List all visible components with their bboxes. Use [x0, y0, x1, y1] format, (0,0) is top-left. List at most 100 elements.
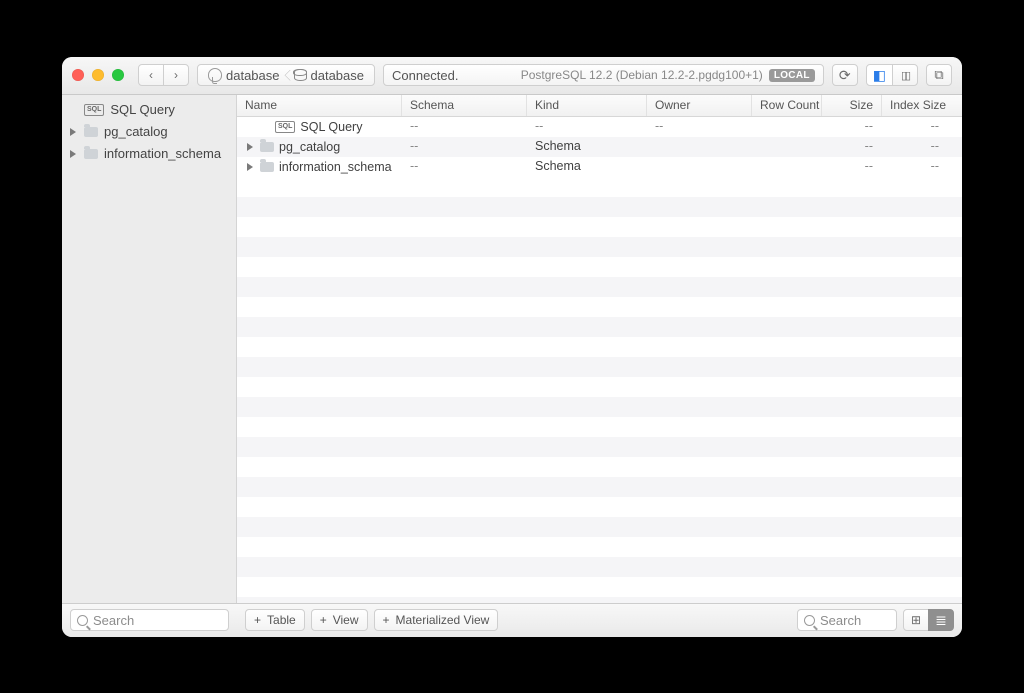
- sidebar-icon: [873, 67, 886, 84]
- footer: Search Table View Materialized View Sear…: [62, 603, 962, 637]
- grid-view-button[interactable]: [903, 609, 929, 631]
- chevron-left-icon: ‹: [149, 69, 153, 81]
- table-header: Name Schema Kind Owner Row Count Size In…: [237, 95, 962, 117]
- body: SQL SQL Query pg_catalog information_sch…: [62, 95, 962, 603]
- view-mode-toggle: [903, 609, 954, 631]
- sql-icon: SQL: [84, 104, 104, 116]
- connection-status: Connected.: [392, 68, 459, 83]
- list-icon: [935, 612, 947, 629]
- row-schema: --: [402, 157, 527, 177]
- column-header-kind[interactable]: Kind: [527, 95, 647, 116]
- empty-rows-filler: [237, 177, 962, 603]
- column-header-owner[interactable]: Owner: [647, 95, 752, 116]
- minimize-window-button[interactable]: [92, 69, 104, 81]
- plus-icon: [254, 613, 263, 627]
- nav-buttons: ‹ ›: [138, 64, 189, 86]
- toggle-sidebar-button[interactable]: [866, 64, 893, 86]
- content-search-input[interactable]: Search: [797, 609, 897, 631]
- folder-icon: [260, 162, 274, 172]
- row-schema: --: [402, 137, 527, 157]
- folder-icon: [260, 142, 274, 152]
- folder-icon: [84, 127, 98, 137]
- disclosure-triangle-icon[interactable]: [247, 163, 253, 171]
- row-name: SQL Query: [300, 120, 362, 134]
- table-row[interactable]: pg_catalog -- Schema -- --: [237, 137, 962, 157]
- search-icon: [804, 615, 815, 626]
- grid-icon: [911, 613, 921, 627]
- breadcrumb-segment-server[interactable]: database: [202, 68, 286, 83]
- sql-icon: SQL: [275, 121, 295, 133]
- row-owner: --: [647, 117, 752, 137]
- back-button[interactable]: ‹: [138, 64, 164, 86]
- breadcrumb-segment-database[interactable]: database: [288, 68, 371, 83]
- row-schema: --: [402, 117, 527, 137]
- new-window-button[interactable]: [926, 64, 952, 86]
- sidebar-item-label: information_schema: [104, 146, 221, 161]
- column-header-row-count[interactable]: Row Count: [752, 95, 822, 116]
- row-name: pg_catalog: [279, 140, 340, 154]
- row-name: information_schema: [279, 160, 392, 174]
- refresh-button[interactable]: [832, 64, 858, 86]
- main-content: Name Schema Kind Owner Row Count Size In…: [237, 95, 962, 603]
- row-kind: Schema: [527, 157, 647, 177]
- elephant-icon: [208, 68, 222, 82]
- refresh-icon: [839, 67, 851, 84]
- window-controls: [72, 69, 124, 81]
- row-kind: Schema: [527, 137, 647, 157]
- sidebar-item-sql-query[interactable]: SQL SQL Query: [62, 99, 236, 121]
- add-view-button[interactable]: View: [311, 609, 368, 631]
- panels-icon: [901, 68, 909, 82]
- sidebar-item-label: SQL Query: [110, 102, 175, 117]
- row-index-size: --: [882, 137, 947, 157]
- chevron-right-icon: ›: [174, 69, 178, 81]
- breadcrumb-label: database: [226, 68, 280, 83]
- sidebar-item-information-schema[interactable]: information_schema: [62, 143, 236, 165]
- forward-button[interactable]: ›: [163, 64, 189, 86]
- table-row[interactable]: SQL SQL Query -- -- -- -- --: [237, 117, 962, 137]
- toggle-panels-button[interactable]: [892, 64, 918, 86]
- table-row[interactable]: information_schema -- Schema -- --: [237, 157, 962, 177]
- server-version: PostgreSQL 12.2 (Debian 12.2-2.pgdg100+1…: [521, 68, 763, 82]
- search-icon: [77, 615, 88, 626]
- row-index-size: --: [882, 117, 947, 137]
- sidebar-search-input[interactable]: Search: [70, 609, 229, 631]
- plus-icon: [320, 613, 329, 627]
- row-row-count: [752, 157, 822, 177]
- new-window-icon: [934, 67, 943, 83]
- database-icon: [294, 69, 307, 81]
- row-row-count: [752, 117, 822, 137]
- add-materialized-view-button[interactable]: Materialized View: [374, 609, 499, 631]
- row-size: --: [822, 157, 882, 177]
- search-placeholder: Search: [820, 613, 861, 628]
- column-header-schema[interactable]: Schema: [402, 95, 527, 116]
- row-index-size: --: [882, 157, 947, 177]
- zoom-window-button[interactable]: [112, 69, 124, 81]
- folder-icon: [84, 149, 98, 159]
- sidebar-item-pg-catalog[interactable]: pg_catalog: [62, 121, 236, 143]
- connection-status-bar: Connected. PostgreSQL 12.2 (Debian 12.2-…: [383, 64, 824, 86]
- sidebar: SQL SQL Query pg_catalog information_sch…: [62, 95, 237, 603]
- breadcrumb[interactable]: database database: [197, 64, 375, 86]
- breadcrumb-label: database: [311, 68, 365, 83]
- search-placeholder: Search: [93, 613, 134, 628]
- column-header-index-size[interactable]: Index Size: [882, 95, 947, 116]
- disclosure-triangle-icon[interactable]: [247, 143, 253, 151]
- row-owner: [647, 157, 752, 177]
- layout-toggle: [866, 64, 918, 86]
- list-view-button[interactable]: [928, 609, 954, 631]
- column-header-size[interactable]: Size: [822, 95, 882, 116]
- app-window: ‹ › database database Connected. Postgre…: [62, 57, 962, 637]
- row-row-count: [752, 137, 822, 157]
- disclosure-triangle-icon[interactable]: [70, 128, 76, 136]
- table-body: SQL SQL Query -- -- -- -- -- pg_catalog: [237, 117, 962, 603]
- add-table-button[interactable]: Table: [245, 609, 305, 631]
- row-size: --: [822, 117, 882, 137]
- row-owner: [647, 137, 752, 157]
- toolbar: ‹ › database database Connected. Postgre…: [62, 57, 962, 95]
- disclosure-triangle-icon[interactable]: [70, 150, 76, 158]
- column-header-name[interactable]: Name: [237, 95, 402, 116]
- row-kind: --: [527, 117, 647, 137]
- local-badge: LOCAL: [769, 69, 815, 82]
- row-size: --: [822, 137, 882, 157]
- close-window-button[interactable]: [72, 69, 84, 81]
